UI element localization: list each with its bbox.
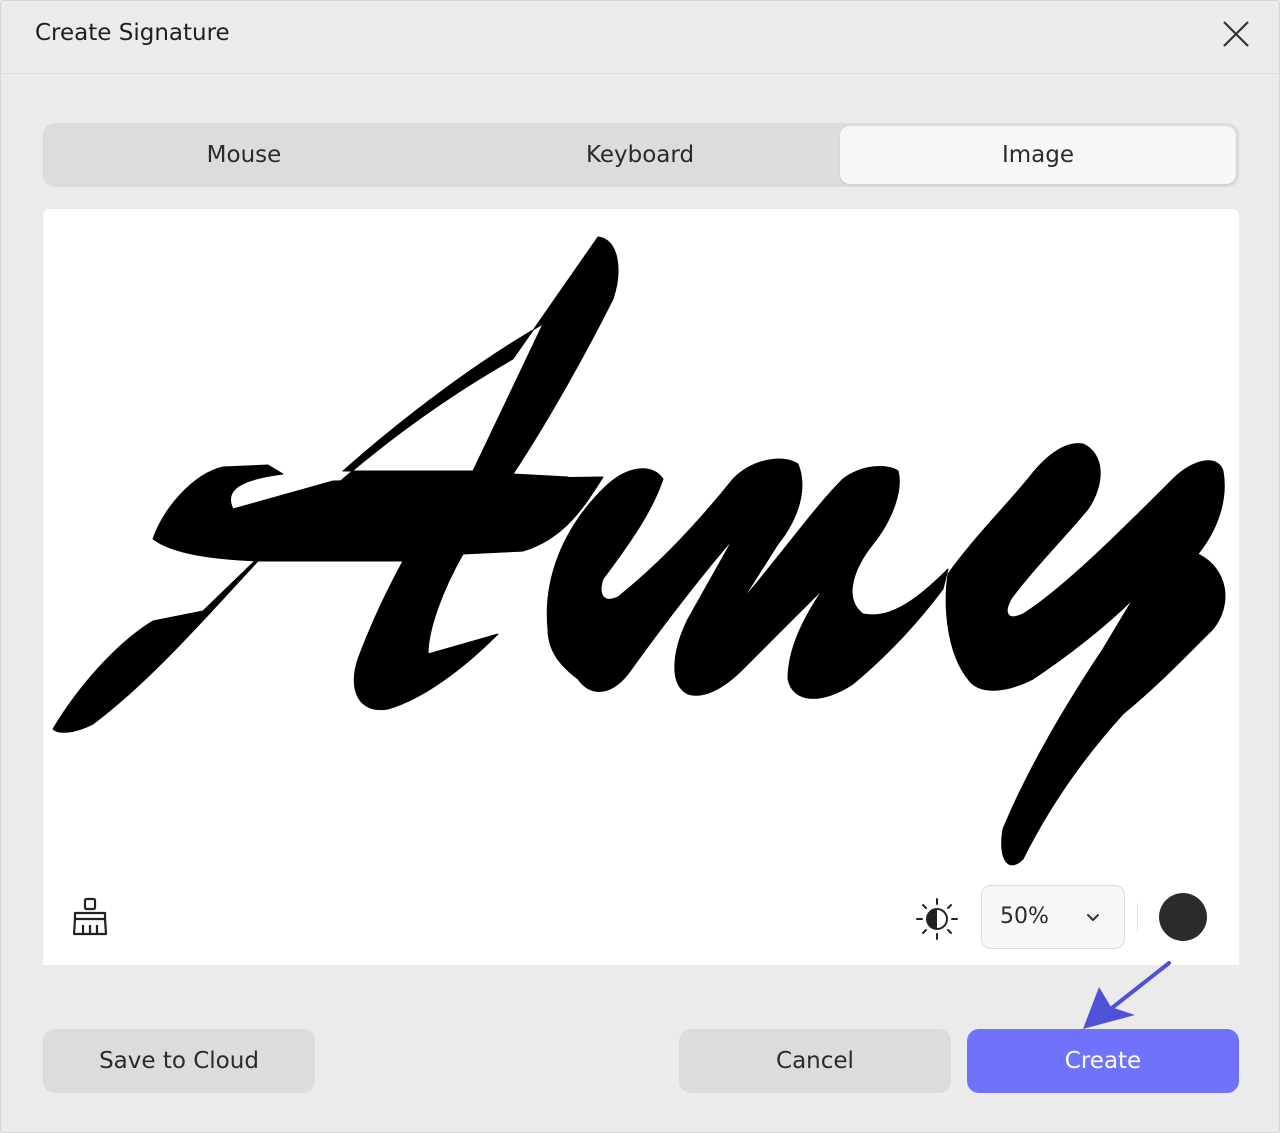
save-to-cloud-button[interactable]: Save to Cloud — [43, 1029, 315, 1093]
toolbar-divider — [1137, 903, 1138, 931]
tab-keyboard[interactable]: Keyboard — [442, 126, 838, 184]
contrast-value: 50% — [1000, 904, 1049, 929]
broom-icon[interactable] — [69, 895, 113, 939]
dialog-title: Create Signature — [35, 20, 230, 46]
tab-image[interactable]: Image — [840, 126, 1236, 184]
signature-image — [52, 236, 1226, 866]
cancel-button[interactable]: Cancel — [679, 1029, 951, 1093]
create-button[interactable]: Create — [967, 1029, 1239, 1093]
create-signature-dialog: Create Signature Mouse Keyboard Image 50… — [0, 0, 1280, 1133]
title-bar: Create Signature — [1, 1, 1279, 74]
contrast-icon[interactable] — [915, 897, 959, 941]
signature-canvas: 50% — [43, 209, 1239, 965]
input-mode-tabs: Mouse Keyboard Image — [43, 123, 1239, 187]
tab-mouse[interactable]: Mouse — [46, 126, 442, 184]
close-icon[interactable] — [1219, 17, 1253, 51]
ink-color-swatch[interactable] — [1159, 893, 1207, 941]
annotation-arrow-icon — [1083, 961, 1171, 1029]
chevron-down-icon — [1087, 914, 1099, 921]
contrast-select[interactable]: 50% — [981, 885, 1125, 949]
